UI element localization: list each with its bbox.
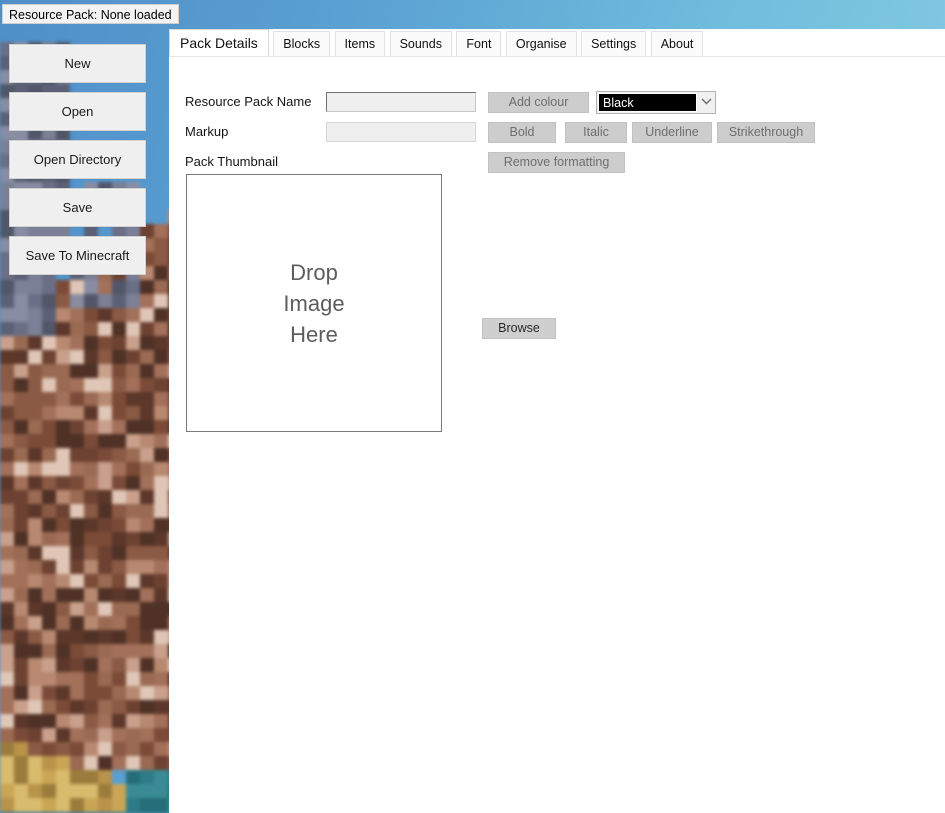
browse-button[interactable]: Browse	[482, 318, 556, 339]
save-button[interactable]: Save	[9, 188, 146, 227]
tab-bar: Pack Details Blocks Items Sounds Font Or…	[169, 29, 945, 56]
markup-input[interactable]	[326, 122, 476, 142]
save-to-minecraft-button[interactable]: Save To Minecraft	[9, 236, 146, 275]
add-colour-button[interactable]: Add colour	[488, 92, 589, 113]
open-directory-button[interactable]: Open Directory	[9, 140, 146, 179]
underline-button[interactable]: Underline	[632, 122, 712, 143]
italic-button[interactable]: Italic	[565, 122, 627, 143]
tab-sounds[interactable]: Sounds	[389, 31, 452, 56]
main-application-panel: Pack Details Blocks Items Sounds Font Or…	[169, 29, 945, 813]
sidebar-buttons: New Open Open Directory Save Save To Min…	[9, 44, 146, 284]
bold-button[interactable]: Bold	[488, 122, 556, 143]
tab-about[interactable]: About	[650, 31, 704, 56]
cropped-status-text	[0, 808, 300, 813]
desktop-background: Resource Pack: None loaded New Open Open…	[0, 0, 945, 813]
tab-items[interactable]: Items	[334, 31, 386, 56]
strikethrough-button[interactable]: Strikethrough	[717, 122, 815, 143]
tab-font[interactable]: Font	[456, 31, 502, 56]
resource-pack-status-label: Resource Pack: None loaded	[2, 4, 179, 24]
resource-pack-name-label: Resource Pack Name	[185, 94, 312, 109]
markup-label: Markup	[185, 124, 229, 139]
tab-settings[interactable]: Settings	[581, 31, 647, 56]
remove-formatting-button[interactable]: Remove formatting	[488, 152, 625, 173]
chevron-down-icon	[697, 93, 715, 112]
pack-thumbnail-drop-zone[interactable]: Drop Image Here	[186, 174, 442, 432]
tab-pack-details[interactable]: Pack Details	[169, 29, 269, 56]
new-button[interactable]: New	[9, 44, 146, 83]
colour-select[interactable]: Black	[596, 91, 716, 114]
tab-organise[interactable]: Organise	[505, 31, 577, 56]
open-button[interactable]: Open	[9, 92, 146, 131]
colour-select-value: Black	[598, 93, 697, 112]
drop-zone-text: Drop Image Here	[283, 259, 345, 347]
pack-thumbnail-label: Pack Thumbnail	[185, 154, 278, 169]
resource-pack-name-input[interactable]	[326, 92, 476, 112]
pack-details-panel: Resource Pack Name Markup Pack Thumbnail…	[169, 56, 945, 813]
tab-blocks[interactable]: Blocks	[273, 31, 331, 56]
